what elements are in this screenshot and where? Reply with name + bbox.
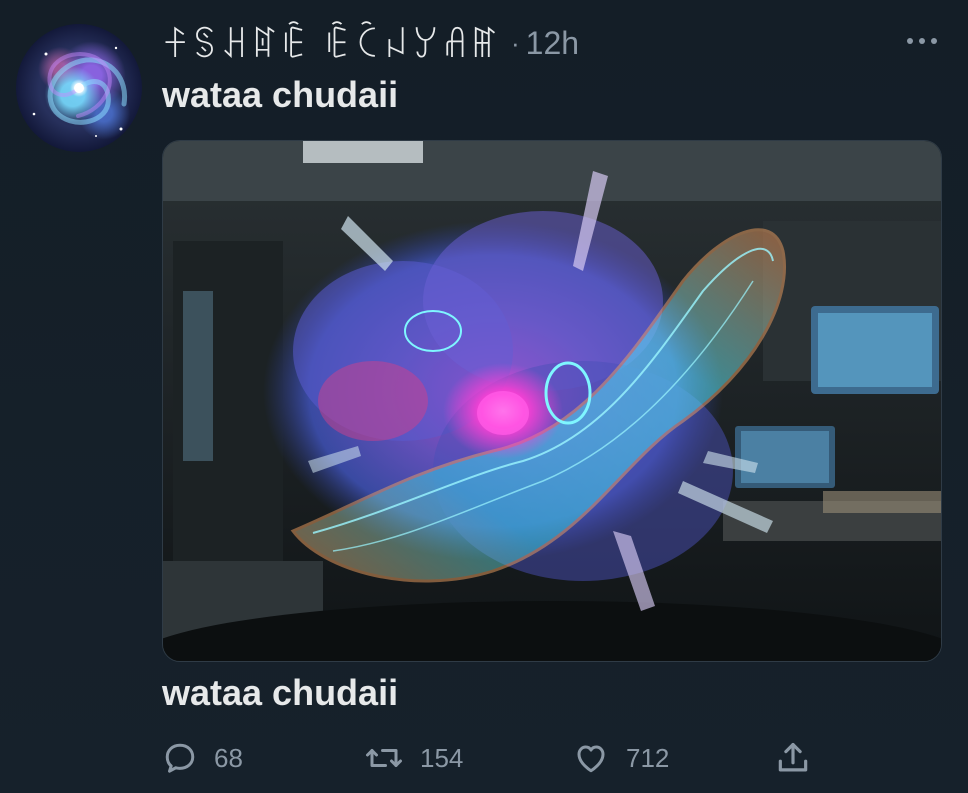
retweet-count: 154 — [420, 742, 464, 773]
galaxy-avatar[interactable] — [16, 24, 142, 152]
galaxy-icon — [32, 46, 128, 137]
tweet-text: wataa chudaii — [162, 74, 399, 115]
retweet-button[interactable]: 154 — [364, 736, 463, 780]
like-button[interactable]: 712 — [572, 736, 669, 780]
reply-count: 68 — [214, 742, 243, 773]
author-display-name[interactable]: ꊰꌗꃅꍏꍟ ꍟꉓꈤꌦꋬꂵ — [162, 21, 501, 66]
media-caption: wataa chudaii — [162, 672, 399, 713]
header-separator: · — [511, 27, 520, 58]
tweet-actions-bar: 68 154 712 — [162, 736, 822, 780]
retweet-icon — [366, 749, 402, 767]
share-icon — [778, 742, 808, 772]
more-dot-icon — [907, 38, 913, 44]
reply-button[interactable]: 68 — [162, 736, 243, 780]
more-dot-icon — [931, 38, 937, 44]
reply-icon — [165, 743, 195, 773]
share-button[interactable] — [774, 736, 812, 780]
tweet-media-image[interactable] — [162, 140, 942, 662]
like-count: 712 — [626, 742, 670, 773]
tweet-card: ꊰꌗꃅꍏꍟ ꍟꉓꈤꌦꋬꂵ · 12h wataa chudaii wataa c… — [0, 0, 968, 793]
more-options-button[interactable] — [897, 24, 947, 58]
tweet-timestamp[interactable]: 12h — [526, 25, 579, 62]
heart-icon — [577, 745, 605, 773]
more-dot-icon — [919, 38, 925, 44]
tweet-header: ꊰꌗꃅꍏꍟ ꍟꉓꈤꌦꋬꂵ · 12h — [162, 21, 579, 66]
cosmic-cloud-illustration — [163, 141, 941, 661]
